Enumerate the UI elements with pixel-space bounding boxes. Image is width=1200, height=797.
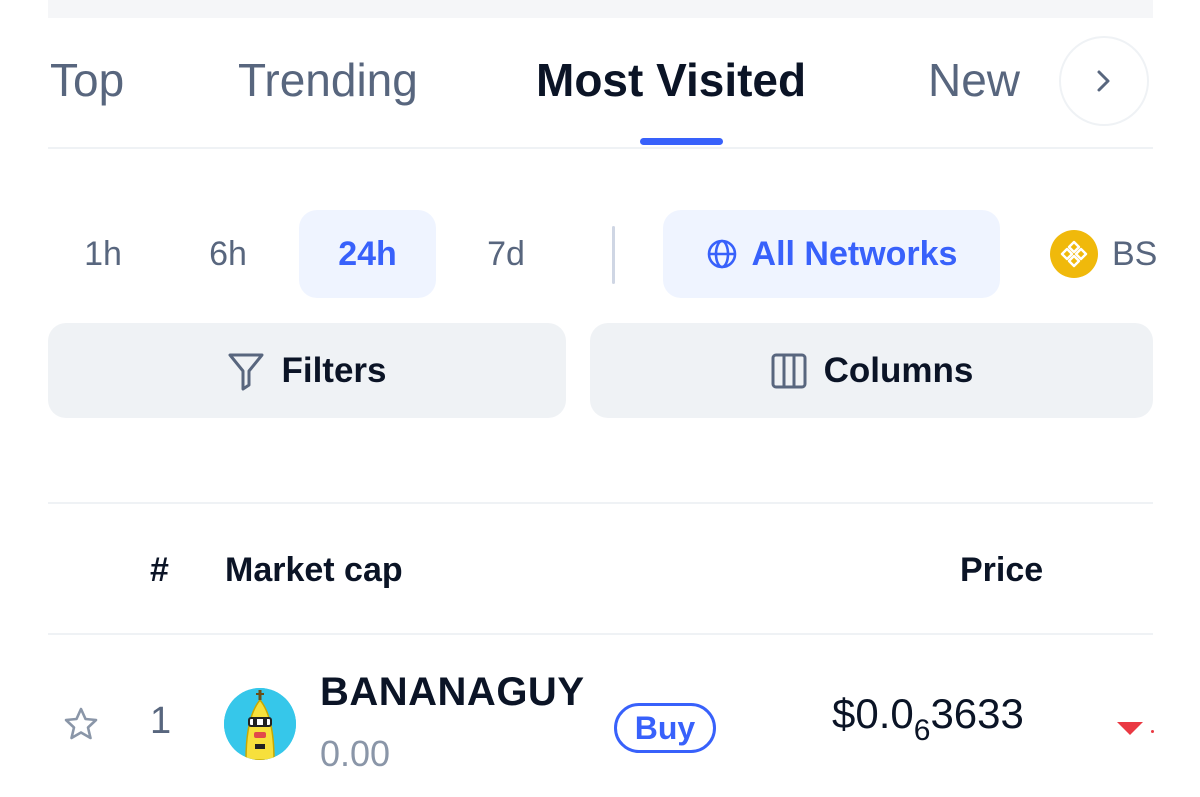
coin-market-cap: 0.00 [320,733,391,774]
columns-icon [771,353,807,388]
price-down-arrow-icon [1117,722,1143,735]
star-icon[interactable] [62,706,100,742]
coin-avatar [224,688,296,760]
tabs-next-button[interactable] [1059,36,1149,126]
tab-trending[interactable]: Trending [238,52,418,108]
table-top-divider [48,502,1153,504]
time-24h[interactable]: 24h [299,210,436,298]
header-rank[interactable]: # [150,548,169,592]
header-price[interactable]: Price [960,548,1043,592]
globe-icon [707,239,736,269]
bsc-label: BS [1112,234,1158,273]
time-7d[interactable]: 7d [463,210,549,298]
bnb-icon [1050,230,1098,278]
header-market-cap[interactable]: Market cap [225,548,403,592]
change-edge [1151,730,1154,733]
price-zero-count: 6 [913,714,931,747]
tab-most-visited[interactable]: Most Visited [536,52,806,108]
bsc-network-button[interactable]: BS [1050,210,1157,298]
chevron-right-icon [1097,70,1110,92]
coin-name[interactable]: BANANAGUY [320,670,585,715]
filter-icon [228,353,264,390]
filter-separator [612,226,615,284]
price-prefix: $0.0 [832,690,914,737]
columns-label: Columns [823,350,974,390]
top-fade [48,0,1153,18]
row-rank: 1 [150,700,172,742]
all-networks-label: All Networks [751,234,958,273]
coin-price: $0.063633 [832,690,1024,748]
time-1h[interactable]: 1h [60,210,146,298]
table-header-divider [48,633,1153,635]
buy-button[interactable]: Buy [614,703,716,753]
time-6h[interactable]: 6h [185,210,271,298]
price-digits: 3633 [930,690,1024,737]
active-tab-indicator [640,138,723,145]
all-networks-button[interactable]: All Networks [663,210,1000,298]
filters-button[interactable]: Filters [48,323,566,418]
columns-button[interactable]: Columns [590,323,1153,418]
tab-top[interactable]: Top [50,52,124,108]
tab-new[interactable]: New [928,52,1020,108]
filters-label: Filters [281,350,387,390]
tabs-divider [48,147,1153,149]
